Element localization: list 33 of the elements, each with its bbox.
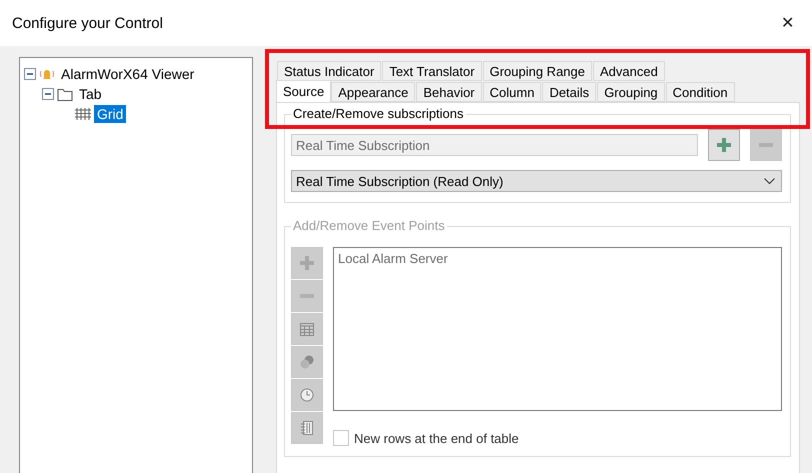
collapse-icon[interactable] bbox=[24, 68, 36, 80]
bell-icon bbox=[39, 67, 55, 81]
tab[interactable]: Status Indicator bbox=[277, 61, 382, 81]
grid-icon bbox=[75, 107, 91, 121]
tab[interactable]: Grouping bbox=[597, 82, 665, 102]
tab[interactable]: Behavior bbox=[416, 82, 482, 102]
clock-icon bbox=[300, 388, 314, 402]
tree-item[interactable]: Tab bbox=[76, 85, 105, 103]
tab[interactable]: Advanced bbox=[593, 61, 665, 81]
folder-icon bbox=[57, 87, 73, 101]
tab[interactable]: Details bbox=[542, 82, 596, 102]
tab[interactable]: Grouping Range bbox=[482, 61, 592, 81]
subscription-dropdown[interactable]: Real Time Subscription (Read Only) bbox=[291, 170, 782, 192]
group-title: Create/Remove subscriptions bbox=[292, 107, 465, 121]
tab[interactable]: Source bbox=[276, 80, 332, 102]
tab[interactable]: Condition bbox=[666, 82, 735, 102]
table-icon bbox=[300, 322, 314, 336]
chevron-down-icon bbox=[764, 178, 775, 184]
close-button[interactable]: ✕ bbox=[775, 13, 800, 33]
plus-icon bbox=[717, 138, 731, 152]
group-title: Add/Remove Event Points bbox=[292, 219, 446, 233]
plus-icon bbox=[300, 256, 314, 270]
tree-item[interactable]: Grid bbox=[94, 105, 126, 123]
checkbox-label: New rows at the end of table bbox=[354, 430, 519, 446]
window-title: Configure your Control bbox=[12, 14, 163, 32]
tab[interactable]: Text Translator bbox=[382, 61, 482, 81]
tab[interactable]: Column bbox=[482, 82, 542, 102]
tab[interactable]: Appearance bbox=[331, 82, 416, 102]
circles-icon bbox=[300, 355, 314, 369]
collapse-icon[interactable] bbox=[42, 88, 54, 100]
add-button[interactable] bbox=[708, 129, 740, 161]
notebook-icon bbox=[301, 421, 313, 435]
tree-item[interactable]: AlarmWorX64 Viewer bbox=[58, 65, 198, 83]
